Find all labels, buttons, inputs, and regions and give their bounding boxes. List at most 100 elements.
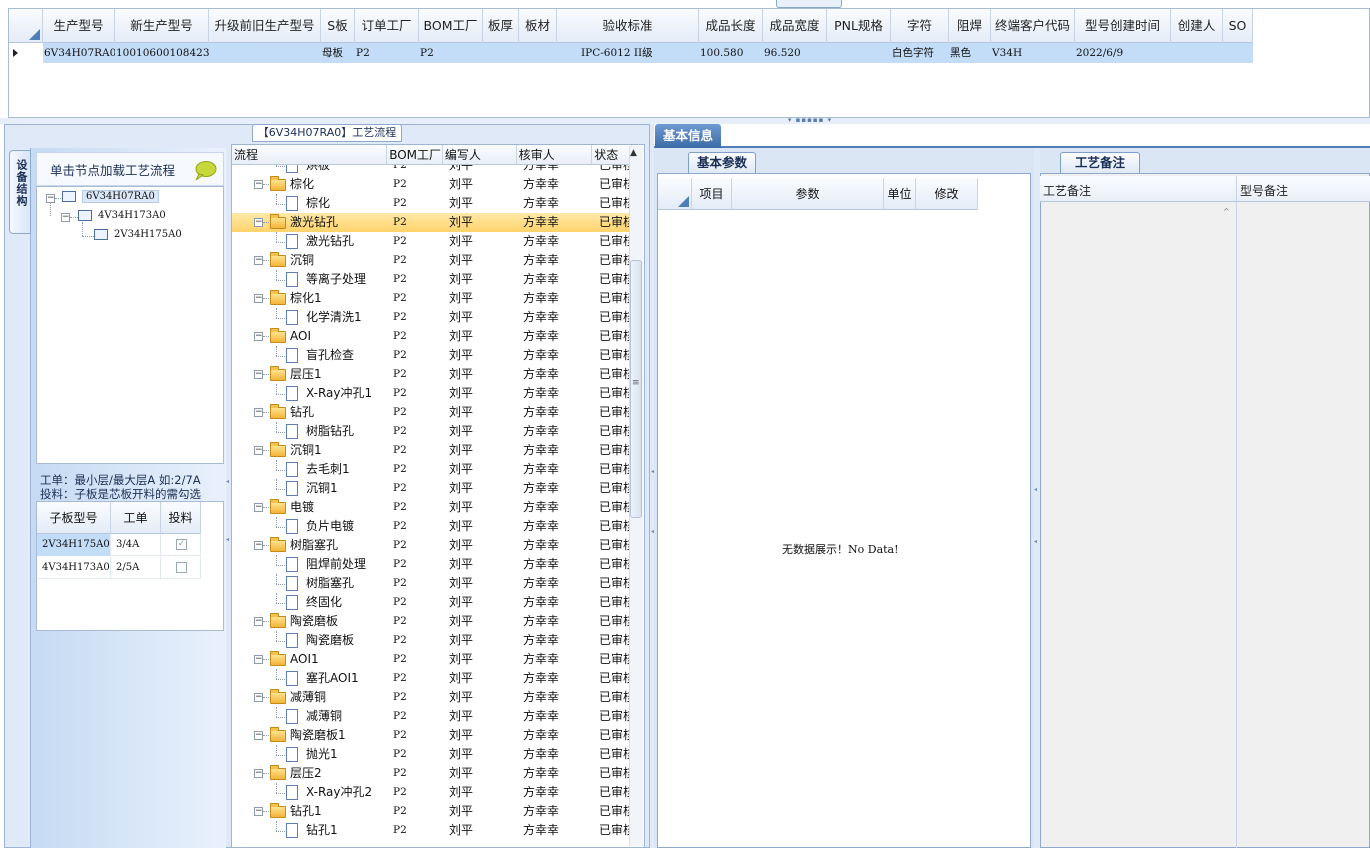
col-writer[interactable]: 编写人 <box>443 145 517 165</box>
col-process[interactable]: 流程 <box>232 145 388 165</box>
subboard-row[interactable]: 4V34H173A0 2/5A <box>37 557 201 579</box>
model-grid-column-header[interactable]: BOM工厂 <box>419 9 483 43</box>
col-status[interactable]: 状态 <box>592 145 632 165</box>
process-row[interactable]: − 层压2 P2 刘平 方幸幸 已审核 <box>232 764 630 783</box>
process-row[interactable]: 盲孔检查 P2 刘平 方幸幸 已审核 <box>232 346 630 365</box>
model-grid-column-header[interactable]: 成品长度 <box>699 9 763 43</box>
process-row[interactable]: − 沉铜 P2 刘平 方幸幸 已审核 <box>232 251 630 270</box>
params-grid[interactable]: 项目 参数 单位 修改 <box>657 173 1031 848</box>
collapse-icon[interactable]: − <box>254 370 263 379</box>
collapse-icon[interactable]: − <box>254 332 263 341</box>
process-row[interactable]: − 层压1 P2 刘平 方幸幸 已审核 <box>232 365 630 384</box>
col-order[interactable]: 工单 <box>111 502 161 534</box>
model-grid-column-header[interactable]: SO <box>1223 9 1253 43</box>
subboard-grid[interactable]: 子板型号 工单 投料 2V34H175A0 3/4A ✓ 4V34H173A0 … <box>36 501 224 631</box>
process-row[interactable]: − 钻孔 P2 刘平 方幸幸 已审核 <box>232 403 630 422</box>
process-row[interactable]: − 陶瓷磨板1 P2 刘平 方幸幸 已审核 <box>232 726 630 745</box>
col-unit[interactable]: 单位 <box>884 178 916 210</box>
model-grid-column-header[interactable]: 生产型号 <box>43 9 115 43</box>
model-grid-column-header[interactable]: S板 <box>321 9 355 43</box>
collapse-icon[interactable]: − <box>254 731 263 740</box>
model-grid-column-header[interactable]: PNL规格 <box>827 9 891 43</box>
tree-node-grandchild[interactable]: 2V34H175A0 <box>94 227 182 243</box>
model-grid-column-header[interactable]: 字符 <box>891 9 949 43</box>
process-row[interactable]: X-Ray冲孔2 P2 刘平 方幸幸 已审核 <box>232 783 630 802</box>
col-item[interactable]: 项目 <box>692 178 732 210</box>
model-grid-column-header[interactable]: 阻焊 <box>949 9 991 43</box>
process-row[interactable]: − 减薄铜 P2 刘平 方幸幸 已审核 <box>232 688 630 707</box>
process-row[interactable]: − 电镀 P2 刘平 方幸幸 已审核 <box>232 498 630 517</box>
subboard-row[interactable]: 2V34H175A0 3/4A ✓ <box>37 534 201 556</box>
process-row[interactable]: 棕化 P2 刘平 方幸幸 已审核 <box>232 194 630 213</box>
feed-checkbox[interactable] <box>176 562 187 573</box>
model-grid-column-header[interactable]: 终端客户代码 <box>991 9 1075 43</box>
model-grid-column-header[interactable]: 新生产型号 <box>115 9 209 43</box>
col-bom-factory[interactable]: BOM工厂 <box>387 145 443 165</box>
process-row[interactable]: X-Ray冲孔1 P2 刘平 方幸幸 已审核 <box>232 384 630 403</box>
collapse-icon[interactable]: − <box>254 180 263 189</box>
grid-corner[interactable] <box>658 178 692 210</box>
splitter-grip-icon[interactable]: ◂ <box>1034 487 1037 493</box>
process-row[interactable]: 沉铜1 P2 刘平 方幸幸 已审核 <box>232 479 630 498</box>
process-row[interactable]: 去毛刺1 P2 刘平 方幸幸 已审核 <box>232 460 630 479</box>
model-grid-column-header[interactable]: 板材 <box>519 9 557 43</box>
collapse-icon[interactable]: − <box>254 218 263 227</box>
process-row[interactable]: − 树脂塞孔 P2 刘平 方幸幸 已审核 <box>232 536 630 555</box>
model-grid-row-selected[interactable]: 6V34H07RA0 10010600108423 母板 P2 P2 IPC-6012 I… <box>9 43 1253 63</box>
process-row[interactable]: − 激光钻孔 P2 刘平 方幸幸 已审核 <box>232 213 630 232</box>
process-row[interactable]: − 棕化 P2 刘平 方幸幸 已审核 <box>232 175 630 194</box>
collapse-icon[interactable]: − <box>254 446 263 455</box>
row-selector[interactable] <box>9 43 43 63</box>
process-row[interactable]: 减薄铜 P2 刘平 方幸幸 已审核 <box>232 707 630 726</box>
process-row[interactable]: − 钻孔1 P2 刘平 方幸幸 已审核 <box>232 802 630 821</box>
process-row[interactable]: 树脂塞孔 P2 刘平 方幸幸 已审核 <box>232 574 630 593</box>
model-grid-column-header[interactable]: 升级前旧生产型号 <box>209 9 321 43</box>
process-row[interactable]: − AOI P2 刘平 方幸幸 已审核 <box>232 327 630 346</box>
splitter-grip-icon[interactable]: ◂ <box>1034 539 1037 545</box>
collapse-icon[interactable]: − <box>254 256 263 265</box>
process-row[interactable]: 树脂钻孔 P2 刘平 方幸幸 已审核 <box>232 422 630 441</box>
collapse-icon[interactable]: − <box>254 408 263 417</box>
scrollbar-thumb[interactable] <box>630 260 642 518</box>
model-grid-column-header[interactable]: 型号创建时间 <box>1075 9 1171 43</box>
col-reviewer[interactable]: 核审人 <box>517 145 593 165</box>
collapse-icon[interactable]: − <box>254 294 263 303</box>
process-row[interactable]: − 沉铜1 P2 刘平 方幸幸 已审核 <box>232 441 630 460</box>
collapse-icon[interactable]: − <box>254 693 263 702</box>
process-row[interactable]: 负片电镀 P2 刘平 方幸幸 已审核 <box>232 517 630 536</box>
process-row[interactable]: 激光钻孔 P2 刘平 方幸幸 已审核 <box>232 232 630 251</box>
process-row[interactable]: − AOI1 P2 刘平 方幸幸 已审核 <box>232 650 630 669</box>
top-splitter-handle[interactable] <box>776 0 842 8</box>
process-row[interactable]: − 棕化1 P2 刘平 方幸幸 已审核 <box>232 289 630 308</box>
collapse-icon[interactable]: − <box>254 503 263 512</box>
collapse-icon[interactable]: − <box>254 807 263 816</box>
tree-node-child[interactable]: 4V34H173A0 <box>78 208 166 224</box>
model-grid-column-header[interactable]: 成品宽度 <box>763 9 827 43</box>
tab-basic-info[interactable]: 基本信息 <box>655 124 721 148</box>
tab-process-remark[interactable]: 工艺备注 <box>1060 152 1140 173</box>
process-rows[interactable]: 烘板P2刘平方幸幸已审核−棕化P2刘平方幸幸已审核棕化P2刘平方幸幸已审核−激光… <box>232 165 630 847</box>
feed-checkbox[interactable]: ✓ <box>176 539 187 550</box>
remark-area[interactable] <box>1040 173 1370 848</box>
remark-column-divider[interactable] <box>1236 176 1237 848</box>
process-row[interactable]: − 陶瓷磨板 P2 刘平 方幸幸 已审核 <box>232 612 630 631</box>
process-row[interactable]: 阻焊前处理 P2 刘平 方幸幸 已审核 <box>232 555 630 574</box>
process-row[interactable]: 陶瓷磨板 P2 刘平 方幸幸 已审核 <box>232 631 630 650</box>
process-tree-grid[interactable]: 流程 BOM工厂 编写人 核审人 状态 烘板P2刘平方幸幸已审核−棕化P2刘平方… <box>231 144 645 848</box>
collapse-icon[interactable]: − <box>254 769 263 778</box>
tab-basic-params[interactable]: 基本参数 <box>688 152 756 173</box>
process-row[interactable]: 烘板 P2 刘平 方幸幸 已审核 <box>232 165 630 175</box>
process-row[interactable]: 抛光1 P2 刘平 方幸幸 已审核 <box>232 745 630 764</box>
collapse-icon[interactable]: − <box>254 541 263 550</box>
chat-bubble-icon[interactable] <box>193 160 217 182</box>
col-subboard-model[interactable]: 子板型号 <box>37 502 111 534</box>
scroll-up-icon[interactable]: ^ <box>1223 207 1230 216</box>
col-modify[interactable]: 修改 <box>916 178 978 210</box>
collapse-icon[interactable]: − <box>46 194 55 203</box>
model-grid-column-header[interactable]: 订单工厂 <box>355 9 419 43</box>
model-grid-column-header[interactable]: 验收标准 <box>557 9 699 43</box>
col-feed[interactable]: 投料 <box>161 502 201 534</box>
collapse-icon[interactable]: − <box>61 213 70 222</box>
splitter-grip-icon[interactable]: ◂ <box>226 537 229 543</box>
collapse-icon[interactable]: − <box>254 617 263 626</box>
